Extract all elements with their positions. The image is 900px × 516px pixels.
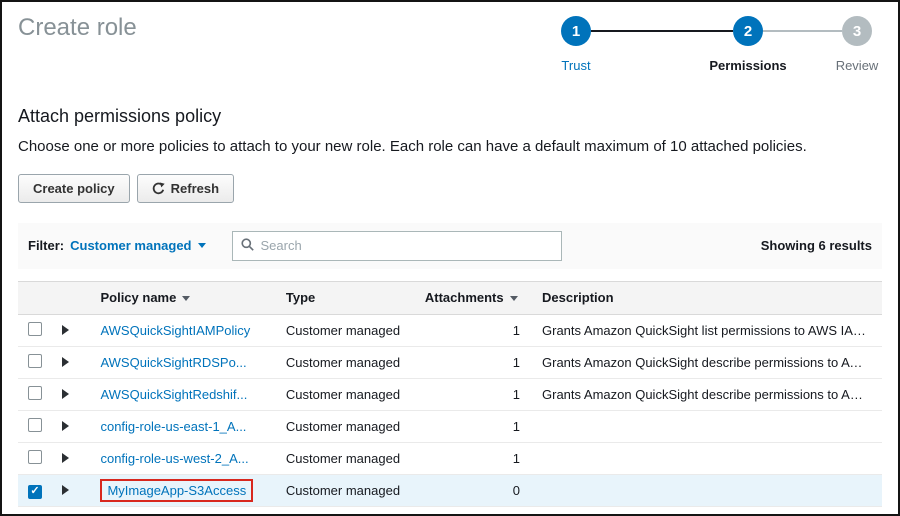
header-type-label: Type: [285, 290, 316, 306]
table-row[interactable]: config-role-us-west-2_A... Customer mana…: [18, 442, 882, 475]
step-2-circle: 2: [733, 16, 763, 46]
policy-description: Grants Amazon QuickSight describe permis…: [532, 346, 882, 379]
policy-type: Customer managed: [275, 410, 415, 443]
page-title: Create role: [18, 14, 137, 41]
refresh-label: Refresh: [170, 180, 220, 196]
annotation-highlight: MyImageApp-S3Access: [100, 478, 254, 502]
policy-type: Customer managed: [275, 378, 415, 411]
row-checkbox-checked[interactable]: [28, 484, 42, 499]
policy-attachments: 0: [414, 474, 532, 507]
create-policy-label: Create policy: [33, 180, 115, 196]
policy-type: Customer managed: [275, 314, 415, 347]
policy-name-link[interactable]: config-role-us-west-2_A...: [100, 451, 248, 466]
policy-description: [532, 474, 882, 507]
policy-description: Grants Amazon QuickSight list permission…: [532, 314, 882, 347]
row-checkbox[interactable]: [28, 321, 42, 336]
chevron-down-icon: [197, 243, 206, 249]
step-3-label: Review: [835, 58, 879, 73]
table-row-selected[interactable]: MyImageApp-S3Access Customer managed 0: [18, 474, 882, 507]
results-count: Showing 6 results: [760, 238, 872, 254]
expand-arrow-icon[interactable]: [62, 484, 69, 495]
policy-name-link[interactable]: AWSQuickSightRDSPo...: [100, 355, 246, 370]
expand-arrow-icon[interactable]: [62, 420, 69, 431]
filter-label: Filter:: [28, 238, 65, 254]
policies-table: Policy name Type Attachments Description…: [18, 280, 882, 507]
filter-bar: Filter: Customer managed Showing 6 resul…: [18, 222, 882, 269]
table-row[interactable]: AWSQuickSightRDSPo... Customer managed 1…: [18, 346, 882, 379]
header-attachments[interactable]: Attachments: [414, 280, 532, 315]
sort-caret-icon: [182, 296, 191, 302]
row-checkbox[interactable]: [28, 385, 42, 400]
header-policy-name[interactable]: Policy name: [86, 280, 276, 315]
table-row[interactable]: config-role-us-east-1_A... Customer mana…: [18, 410, 882, 443]
expand-arrow-icon[interactable]: [62, 452, 69, 463]
policy-name-link[interactable]: MyImageApp-S3Access: [107, 483, 246, 498]
header-policy-name-label: Policy name: [100, 290, 177, 306]
expand-arrow-icon[interactable]: [62, 324, 69, 335]
header-description: Description: [532, 280, 882, 315]
step-3-circle: 3: [842, 16, 872, 46]
filter-selected-value: Customer managed: [70, 238, 192, 254]
wizard-steps: 1 Trust 2 Permissions 3 Review: [561, 16, 878, 80]
table-row[interactable]: AWSQuickSightRedshif... Customer managed…: [18, 378, 882, 411]
sort-caret-icon: [509, 296, 518, 302]
policy-type: Customer managed: [275, 442, 415, 475]
expand-arrow-icon[interactable]: [62, 388, 69, 399]
page-header: Create role 1 Trust 2 Permissions 3 Revi…: [18, 2, 882, 80]
section-heading: Attach permissions policy: [18, 106, 222, 126]
policy-description: [532, 410, 882, 443]
policy-attachments: 1: [414, 346, 532, 379]
step-connector-1-2: [591, 30, 733, 32]
policy-name-link[interactable]: config-role-us-east-1_A...: [100, 419, 246, 434]
header-type: Type: [275, 280, 415, 315]
row-checkbox[interactable]: [28, 353, 42, 368]
table-row[interactable]: AWSQuickSightIAMPolicy Customer managed …: [18, 314, 882, 347]
header-attachments-label: Attachments: [424, 290, 504, 306]
toolbar: Create policy Refresh: [18, 173, 882, 203]
search-box: [231, 230, 562, 261]
expand-arrow-icon[interactable]: [62, 356, 69, 367]
refresh-icon: [152, 182, 165, 195]
filter-type-dropdown[interactable]: Customer managed: [70, 238, 206, 254]
screenshot-frame: Create role 1 Trust 2 Permissions 3 Revi…: [0, 0, 900, 516]
row-checkbox[interactable]: [28, 417, 42, 432]
step-review: 3 Review: [836, 16, 878, 73]
step-permissions: 2 Permissions: [709, 16, 787, 73]
step-connector-2-3: [763, 30, 842, 32]
policy-attachments: 1: [414, 314, 532, 347]
step-1-circle: 1: [561, 16, 591, 46]
search-input[interactable]: [260, 238, 553, 254]
policy-name-link[interactable]: AWSQuickSightIAMPolicy: [100, 323, 250, 338]
refresh-button[interactable]: Refresh: [136, 173, 235, 203]
step-trust: 1 Trust: [561, 16, 591, 73]
header-checkbox-col: [18, 280, 52, 315]
policy-attachments: 1: [414, 442, 532, 475]
policy-attachments: 1: [414, 378, 532, 411]
row-checkbox[interactable]: [28, 449, 42, 464]
policy-description: Grants Amazon QuickSight describe permis…: [532, 378, 882, 411]
header-expand-col: [52, 280, 87, 315]
policy-type: Customer managed: [275, 346, 415, 379]
step-2-label: Permissions: [709, 58, 787, 73]
header-description-label: Description: [542, 290, 614, 306]
create-policy-button[interactable]: Create policy: [18, 173, 130, 203]
policy-type: Customer managed: [275, 474, 415, 507]
policy-name-link[interactable]: AWSQuickSightRedshif...: [100, 387, 247, 402]
table-header-row: Policy name Type Attachments Description: [18, 280, 882, 315]
step-1-label: Trust: [561, 58, 591, 73]
policy-description: [532, 442, 882, 475]
section-description: Choose one or more policies to attach to…: [18, 138, 807, 155]
policy-attachments: 1: [414, 410, 532, 443]
search-icon: [240, 238, 254, 254]
